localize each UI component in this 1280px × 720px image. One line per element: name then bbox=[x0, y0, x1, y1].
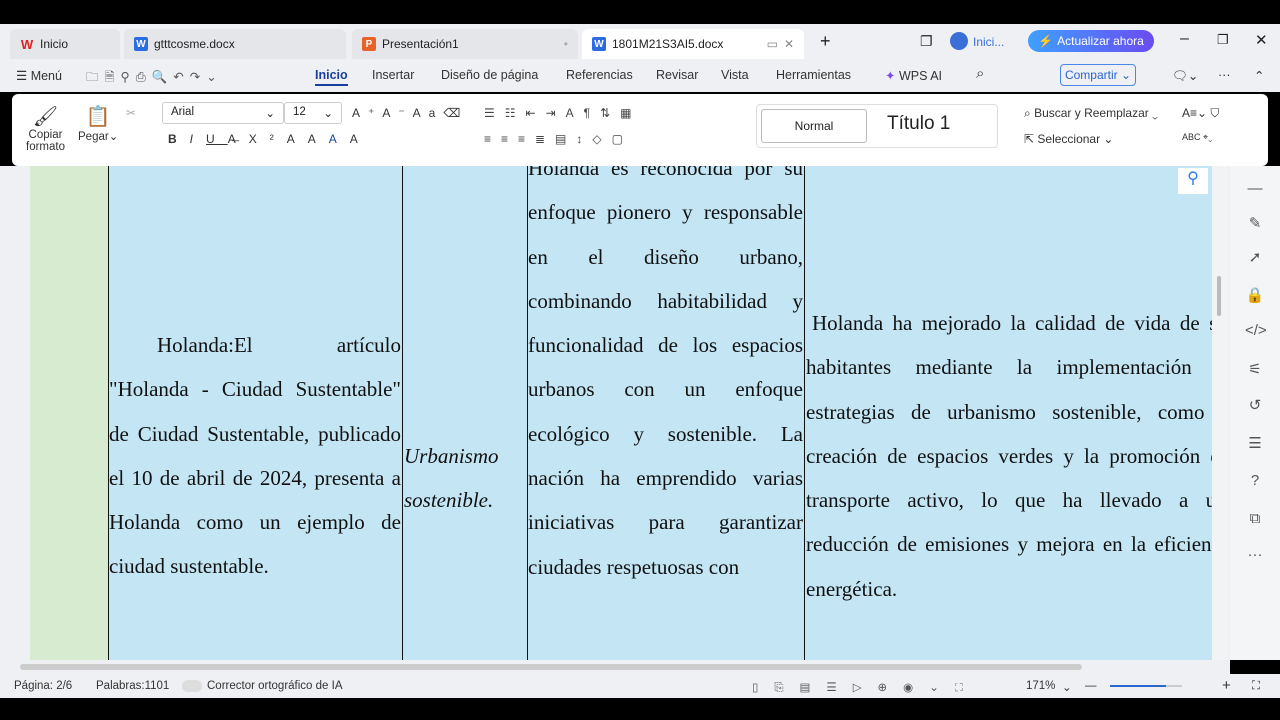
cell-source[interactable]: Holanda:El artículo "Holanda - Ciudad Su… bbox=[109, 323, 401, 589]
table-border bbox=[804, 166, 805, 660]
avatar[interactable] bbox=[950, 32, 968, 50]
location-pin-icon[interactable]: ⚲ bbox=[1178, 168, 1208, 194]
document-area[interactable]: Holanda:El artículo "Holanda - Ciudad Su… bbox=[0, 166, 1230, 660]
spell-toggle[interactable] bbox=[182, 680, 202, 692]
scroll-thumb[interactable] bbox=[20, 664, 1082, 670]
tab-vista[interactable]: Vista bbox=[721, 68, 749, 82]
restore-button[interactable]: ❐ bbox=[1217, 32, 1229, 48]
view-buttons[interactable]: ▯⎘▤☰▷⊕◉⌄⛶ bbox=[752, 680, 979, 695]
cell-topic[interactable]: Urbanismo sostenible. bbox=[404, 434, 526, 523]
cursor-icon[interactable]: ➚ bbox=[1245, 248, 1265, 268]
tab-gtttcosme[interactable]: Wgtttcosme.docx bbox=[124, 29, 346, 59]
horizontal-scrollbar[interactable] bbox=[0, 660, 1230, 674]
user-name[interactable]: Inici... bbox=[973, 35, 1004, 49]
find-replace-button[interactable]: ⌕ Buscar y Reemplazar ⌄ bbox=[1024, 106, 1158, 121]
zoom-out-button[interactable]: — bbox=[1085, 680, 1097, 692]
tab-inicio-ribbon[interactable]: Inicio bbox=[315, 68, 348, 86]
zoom-in-button[interactable]: + bbox=[1222, 677, 1231, 694]
tab-inicio[interactable]: W Inicio bbox=[10, 29, 120, 59]
fullscreen-icon[interactable]: ⛶ bbox=[1252, 680, 1260, 693]
cell-result[interactable]: Holanda ha mejorado la calidad de vida d… bbox=[806, 301, 1212, 641]
cut-icon[interactable]: ✂ bbox=[126, 106, 136, 120]
wps-ai-button[interactable]: ✦ WPS AI bbox=[885, 68, 942, 83]
menu-button[interactable]: ☰ Menú bbox=[16, 68, 62, 83]
search-icon[interactable]: ⌕ bbox=[976, 65, 984, 82]
text-tools[interactable]: A≡⌄ ⛉ bbox=[1182, 106, 1219, 121]
share-button[interactable]: Compartir ⌄ bbox=[1060, 64, 1136, 86]
right-sidebar: — ✎ ➚ 🔒 </> ⚟ ↺ ☰ ? ⧉ ··· bbox=[1230, 166, 1280, 660]
list-icon[interactable]: ☰ bbox=[1245, 434, 1265, 454]
brush-icon: 🖌 bbox=[32, 106, 59, 128]
font-family-select[interactable]: Arial ⌄ bbox=[162, 102, 284, 124]
copy-format-button[interactable]: 🖌 Copiar formato bbox=[26, 104, 65, 153]
tab-insertar[interactable]: Insertar bbox=[372, 68, 414, 82]
tab-active-doc[interactable]: W 1801M21S3AI5.docx ▭ ✕ bbox=[582, 29, 804, 59]
table-border bbox=[402, 166, 403, 660]
styles-gallery[interactable]: Normal Título 1 bbox=[756, 104, 998, 148]
sliders-icon[interactable]: ⚟ bbox=[1245, 360, 1265, 380]
document-page[interactable]: Holanda:El artículo "Holanda - Ciudad Su… bbox=[30, 166, 1212, 660]
style-title1[interactable]: Título 1 bbox=[887, 113, 950, 135]
ribbon: 🖌 Copiar formato 📋 Pegar⌄ ✂ Arial ⌄ 12 ⌄ A⁺A⁻… bbox=[12, 94, 1268, 166]
wps-icon: W bbox=[20, 36, 34, 52]
upgrade-button[interactable]: ⚡ Actualizar ahora bbox=[1028, 30, 1154, 52]
word-icon: W bbox=[134, 37, 148, 51]
zoom-slider[interactable] bbox=[1110, 685, 1182, 687]
page-indicator[interactable]: Página: 2/6 bbox=[14, 680, 72, 692]
font-size-select[interactable]: 12 ⌄ bbox=[284, 102, 342, 124]
scroll-thumb[interactable] bbox=[1217, 276, 1221, 316]
collapse-ribbon-icon[interactable]: ⌃ bbox=[1254, 68, 1264, 83]
tab-revisar[interactable]: Revisar bbox=[656, 68, 698, 82]
clipboard-icon: 📋 bbox=[85, 106, 111, 128]
close-window-button[interactable]: ✕ bbox=[1255, 31, 1268, 49]
dot-icon: • bbox=[563, 37, 568, 51]
tab-herramientas[interactable]: Herramientas bbox=[776, 68, 851, 82]
help-icon[interactable]: ? bbox=[1245, 472, 1265, 492]
align-tools[interactable]: ≡≡≡≣▤↕◇▢ bbox=[484, 132, 633, 146]
paragraph-tools[interactable]: ☰☷⇤⇥A¶⇅▦ bbox=[484, 106, 641, 120]
more-icon[interactable]: ··· bbox=[1245, 546, 1265, 566]
format-buttons[interactable]: BIUA̶X²AAAA bbox=[168, 132, 371, 146]
window-icon[interactable]: ❐ bbox=[920, 33, 933, 50]
bolt-icon: ⚡ bbox=[1038, 34, 1054, 48]
comment-icon[interactable]: 🗨⌄ bbox=[1172, 68, 1198, 84]
spell-label: Corrector ortográfico de IA bbox=[207, 680, 343, 692]
word-count[interactable]: Palabras:1101 bbox=[96, 680, 169, 692]
history-icon[interactable]: ↺ bbox=[1245, 396, 1265, 416]
minus-icon[interactable]: — bbox=[1245, 180, 1265, 200]
monitor-icon: ▭ bbox=[766, 37, 778, 51]
tab-bar: W Inicio Wgtttcosme.docx P Presentación1 • … bbox=[0, 24, 1280, 60]
font-tools[interactable]: A⁺A⁻Aa⌫ bbox=[352, 106, 468, 120]
word-icon: W bbox=[592, 37, 606, 51]
style-normal[interactable]: Normal bbox=[761, 109, 867, 143]
status-bar: Página: 2/6 Palabras:1101 Corrector orto… bbox=[0, 674, 1280, 698]
zoom-level[interactable]: 171% bbox=[1026, 680, 1055, 692]
tab-presentacion[interactable]: P Presentación1 • bbox=[352, 29, 578, 59]
more-icon[interactable]: ··· bbox=[1218, 68, 1231, 82]
new-tab-icon[interactable]: + bbox=[820, 31, 831, 52]
page-margin bbox=[30, 166, 108, 660]
quick-access-icons[interactable]: 🗀🗎⚲⎙🔍↶↷⌄ bbox=[86, 68, 223, 89]
vertical-scrollbar[interactable] bbox=[1212, 166, 1228, 660]
menu-bar: ☰ Menú 🗀🗎⚲⎙🔍↶↷⌄ Inicio Insertar Diseño d… bbox=[0, 60, 1280, 92]
lock-icon[interactable]: 🔒 bbox=[1245, 286, 1265, 306]
spell-tools[interactable]: ABC ⌖⌄ bbox=[1182, 132, 1212, 143]
copy-icon[interactable]: ⧉ bbox=[1245, 510, 1265, 530]
code-icon[interactable]: </> bbox=[1245, 322, 1267, 342]
tab-diseno[interactable]: Diseño de página bbox=[441, 68, 538, 82]
pen-icon[interactable]: ✎ bbox=[1245, 214, 1265, 234]
sparkle-icon: ✦ bbox=[885, 69, 896, 83]
tab-referencias[interactable]: Referencias bbox=[566, 68, 633, 82]
select-button[interactable]: ⇱ Seleccionar ⌄ bbox=[1024, 132, 1113, 146]
cell-description[interactable]: Holanda es reconocida por su enfoque pio… bbox=[528, 166, 803, 660]
minimize-button[interactable]: – bbox=[1180, 30, 1189, 48]
ppt-icon: P bbox=[362, 37, 376, 51]
close-tab-icon[interactable]: ✕ bbox=[784, 37, 794, 51]
paste-button[interactable]: 📋 Pegar⌄ bbox=[78, 104, 118, 143]
